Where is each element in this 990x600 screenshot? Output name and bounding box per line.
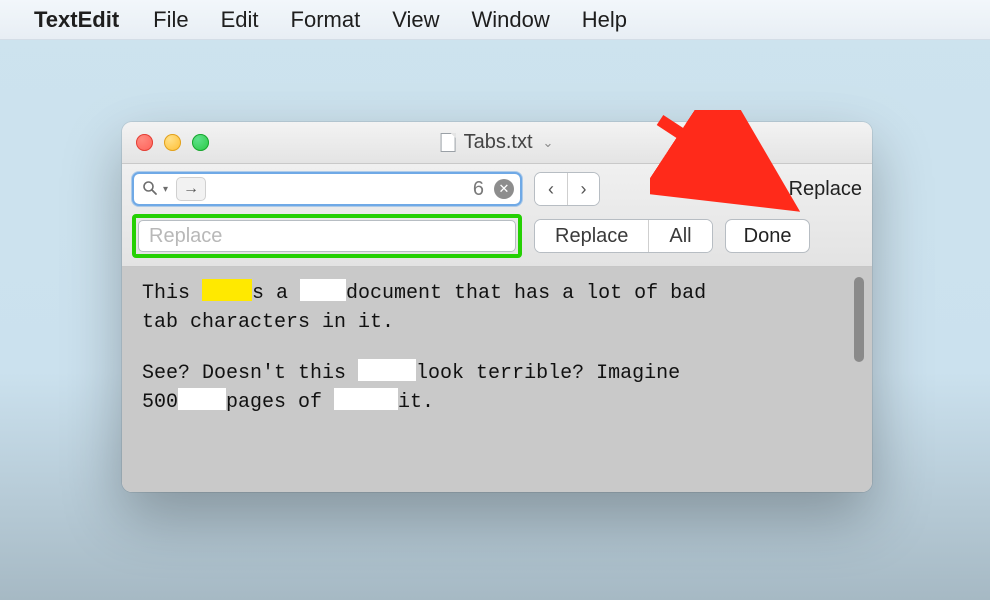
menu-help[interactable]: Help: [582, 7, 627, 33]
replace-checkbox-label: Replace: [789, 178, 862, 201]
replace-placeholder: Replace: [149, 225, 222, 248]
search-field[interactable]: ▾ → 6 ✕: [132, 172, 522, 206]
search-icon[interactable]: [142, 180, 160, 199]
search-options-caret[interactable]: ▾: [163, 184, 168, 195]
window-titlebar[interactable]: Tabs.txt ⌄: [122, 122, 872, 164]
text-line: This s a document that has a lot of bad: [142, 279, 842, 308]
close-button[interactable]: [136, 134, 153, 151]
window-title[interactable]: Tabs.txt ⌄: [441, 131, 554, 154]
menu-edit[interactable]: Edit: [221, 7, 259, 33]
text-line: tab characters in it.: [142, 308, 842, 337]
clear-search-button[interactable]: ✕: [494, 179, 514, 199]
find-prev-button[interactable]: ‹: [535, 173, 567, 205]
document-icon: [441, 133, 456, 152]
text-line: See? Doesn't this look terrible? Imagine: [142, 359, 842, 388]
document-title: Tabs.txt: [464, 131, 533, 154]
done-button[interactable]: Done: [725, 219, 811, 253]
find-next-button[interactable]: ›: [567, 173, 599, 205]
replace-field-highlight: Replace: [132, 214, 522, 258]
insert-pattern-button[interactable]: →: [176, 177, 206, 201]
minimize-button[interactable]: [164, 134, 181, 151]
traffic-lights: [136, 134, 209, 151]
text-line: 500pages of it.: [142, 388, 842, 417]
macos-menubar: TextEdit File Edit Format View Window He…: [0, 0, 990, 40]
menubar-app-name[interactable]: TextEdit: [34, 7, 119, 33]
menu-view[interactable]: View: [392, 7, 439, 33]
replace-checkbox[interactable]: ✓: [759, 178, 781, 200]
replace-all-button[interactable]: All: [648, 220, 711, 252]
chevron-down-icon[interactable]: ⌄: [543, 135, 554, 151]
find-nav-segment: ‹ ›: [534, 172, 600, 206]
textedit-window: Tabs.txt ⌄ ▾ → 6 ✕ ‹ › ✓ Replace: [122, 122, 872, 492]
menu-format[interactable]: Format: [291, 7, 361, 33]
replace-button[interactable]: Replace: [535, 220, 648, 252]
match-count: 6: [473, 178, 484, 201]
menu-file[interactable]: File: [153, 7, 188, 33]
zoom-button[interactable]: [192, 134, 209, 151]
find-replace-bar: ▾ → 6 ✕ ‹ › ✓ Replace Replace: [122, 164, 872, 267]
replace-actions-segment: Replace All: [534, 219, 713, 253]
menu-window[interactable]: Window: [472, 7, 550, 33]
document-body[interactable]: This s a document that has a lot of bad …: [122, 267, 872, 492]
replace-field[interactable]: Replace: [138, 220, 516, 252]
vertical-scrollbar[interactable]: [854, 277, 864, 362]
